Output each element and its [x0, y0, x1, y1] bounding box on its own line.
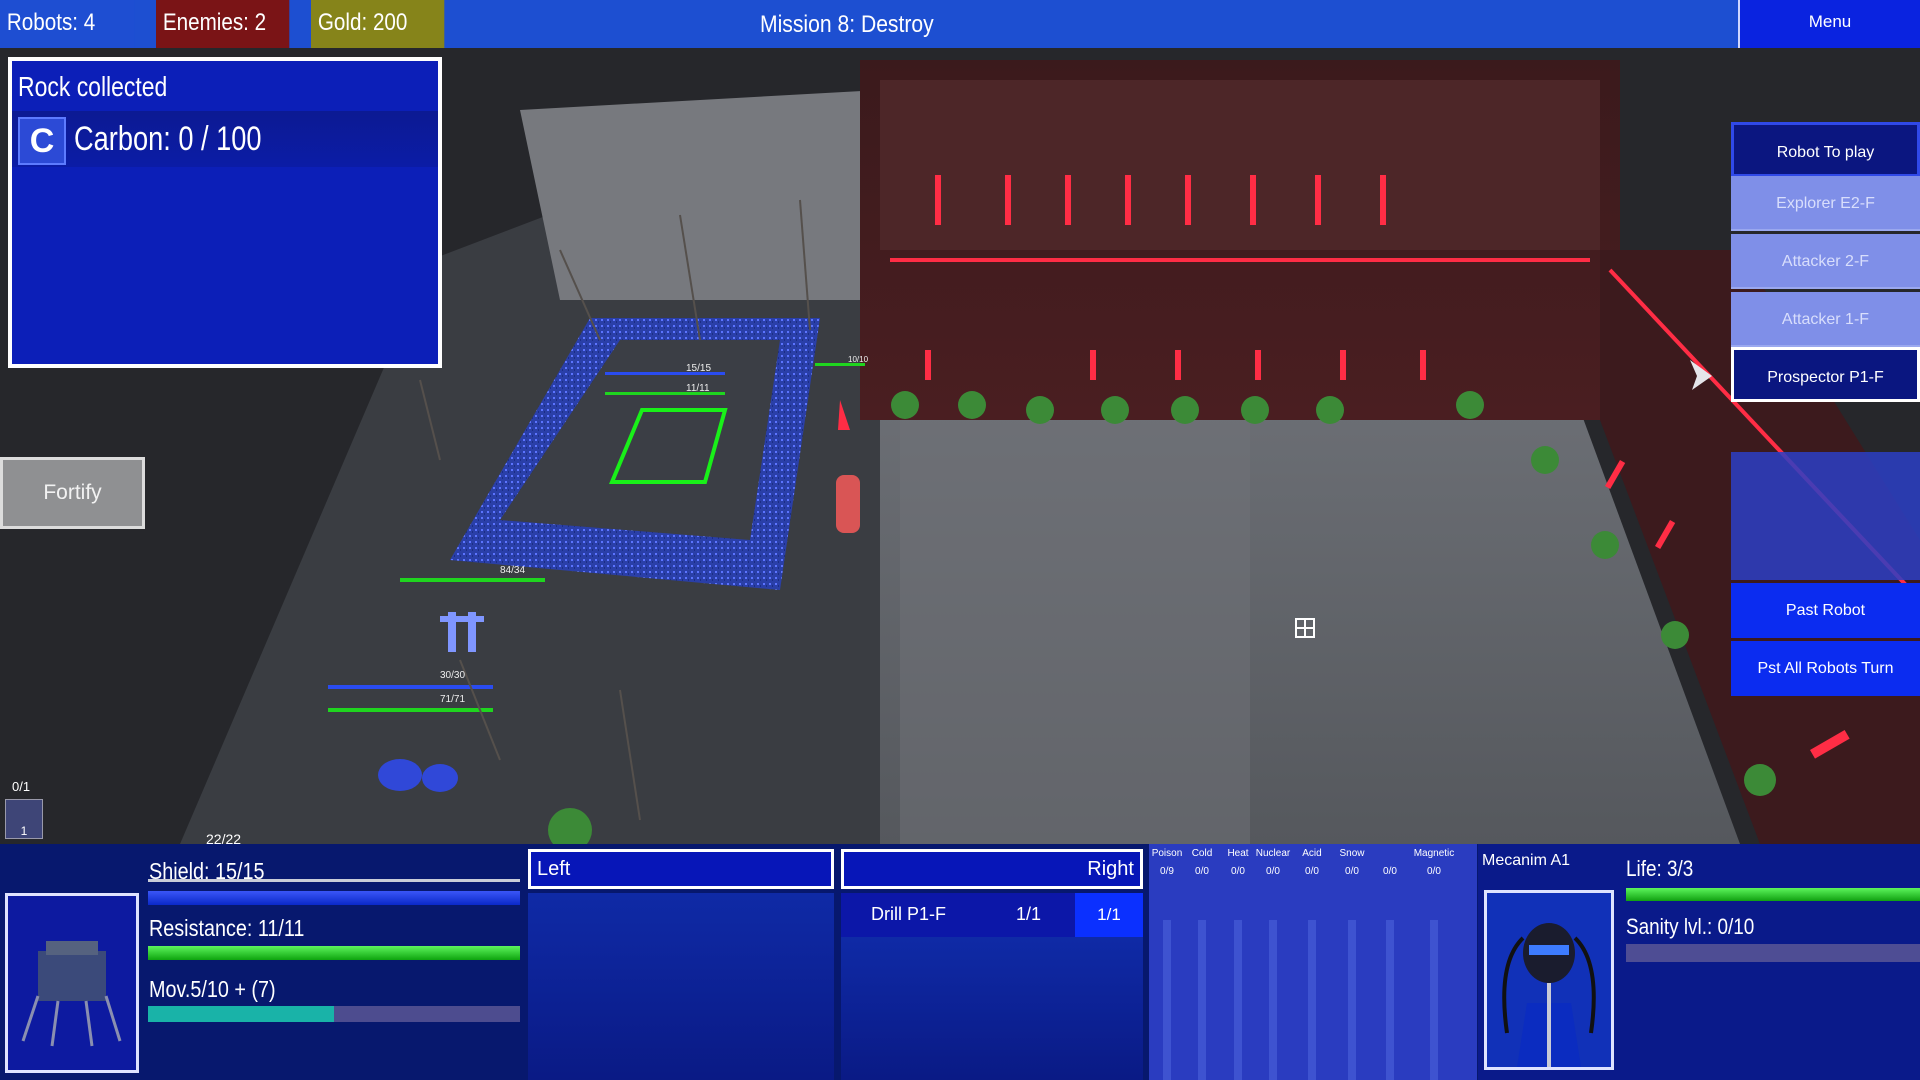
resist-name: Magnetic [1413, 848, 1455, 859]
hp-label: 10/10 [848, 355, 869, 364]
resist-value: 0/0 [1383, 866, 1397, 877]
tool-uses: 1/1 [1016, 904, 1042, 924]
resist-value: 0/0 [1345, 866, 1359, 877]
right-arm-list [841, 937, 1143, 1080]
unit-counter: 0/1 [12, 779, 31, 794]
robot-to-play-header: Robot To play [1731, 122, 1920, 177]
robot-icon [8, 896, 136, 1070]
robot-portrait [5, 893, 139, 1073]
resource-row: C Carbon: 0 / 100 [12, 111, 438, 167]
movement-label: Mov.5/10 + (7) [149, 976, 276, 1002]
sanity-bar [1626, 944, 1920, 962]
resistance-label: Resistance: 11/11 [149, 915, 305, 941]
resist-name: Heat [1227, 848, 1249, 859]
fortify-button[interactable]: Fortify [0, 457, 145, 529]
shield-divider [148, 879, 520, 882]
gold-counter: Gold: 200 [311, 0, 445, 48]
resist-gauge [1430, 920, 1438, 1080]
shield-bar [148, 891, 520, 905]
rock-panel-title: Rock collected [18, 71, 168, 102]
hp-label: 71/71 [440, 694, 466, 705]
robot-button-attacker-2[interactable]: Attacker 2-F [1731, 234, 1920, 289]
tool-name: Drill P1-F [871, 904, 946, 924]
resist-name: Cold [1191, 848, 1213, 859]
unit-mini-number: 1 [20, 824, 28, 838]
hp-label: 30/30 [440, 670, 466, 681]
robots-counter: Robots: 4 [0, 0, 135, 48]
resist-name: Poison [1151, 848, 1183, 859]
resist-gauge [1198, 920, 1206, 1080]
right-arm-label: Right [1087, 858, 1134, 880]
resist-value: 0/0 [1195, 866, 1209, 877]
resistance-bar [148, 946, 520, 960]
left-arm-list [528, 893, 834, 1080]
life-bar [1626, 888, 1920, 901]
past-all-robots-button[interactable]: Pst All Robots Turn [1731, 641, 1920, 696]
resistances-panel: Poison 0/9 Cold 0/0 Heat 0/0 Nuclear 0/0… [1149, 844, 1477, 1080]
menu-button[interactable]: Menu [1738, 0, 1920, 48]
unit-mini-card[interactable]: 1 [5, 799, 43, 839]
resist-value: 0/0 [1427, 866, 1441, 877]
carbon-amount: Carbon: 0 / 100 [74, 120, 262, 158]
carbon-icon: C [18, 117, 66, 165]
resist-value: 0/0 [1266, 866, 1280, 877]
resist-name: Acid [1302, 848, 1322, 859]
tool-row[interactable]: Drill P1-F 1/1 1/1 [841, 893, 1143, 937]
resist-gauge [1386, 920, 1394, 1080]
left-arm-slot[interactable]: Left [528, 849, 834, 889]
sanity-label: Sanity lvl.: 0/10 [1626, 914, 1755, 939]
resist-gauge [1163, 920, 1171, 1080]
resist-name: Nuclear [1255, 848, 1291, 859]
rock-collected-panel: Rock collected C Carbon: 0 / 100 [8, 57, 442, 368]
hp-label: 11/11 [686, 383, 710, 394]
hp-label: 15/15 [686, 363, 712, 374]
enemy-barrel [836, 475, 860, 533]
resist-value: 0/0 [1305, 866, 1319, 877]
robot-button-attacker-1[interactable]: Attacker 1-F [1731, 292, 1920, 347]
right-arm-slot[interactable]: Right [841, 849, 1143, 889]
enemies-counter: Enemies: 2 [156, 0, 290, 48]
resist-name: Snow [1339, 848, 1365, 859]
right-panel-spacer [1731, 452, 1920, 580]
pilot-icon [1487, 893, 1611, 1067]
tool-use-button[interactable]: 1/1 [1075, 893, 1143, 937]
resist-gauge [1308, 920, 1316, 1080]
resist-gauge [1234, 920, 1242, 1080]
pilot-name: Mecanim A1 [1482, 852, 1571, 869]
movement-bar-fill [148, 1006, 334, 1022]
robot-button-prospector-selected[interactable]: Prospector P1-F [1731, 347, 1920, 402]
past-robot-button[interactable]: Past Robot [1731, 583, 1920, 638]
pilot-portrait [1484, 890, 1614, 1070]
resist-value: 0/9 [1160, 866, 1174, 877]
resist-value: 0/0 [1231, 866, 1245, 877]
hp-label: 84/34 [500, 565, 526, 576]
left-arm-label: Left [537, 858, 571, 880]
life-label: Life: 3/3 [1626, 856, 1694, 881]
resist-gauge [1348, 920, 1356, 1080]
mission-title: Mission 8: Destroy [760, 11, 934, 38]
unit-hp-label: 22/22 [206, 831, 242, 847]
robot-button-explorer[interactable]: Explorer E2-F [1731, 176, 1920, 231]
resist-gauge [1269, 920, 1277, 1080]
pilot-panel: Mecanim A1 Life: 3/3 Sanity lvl.: 0/10 [1478, 844, 1920, 1080]
